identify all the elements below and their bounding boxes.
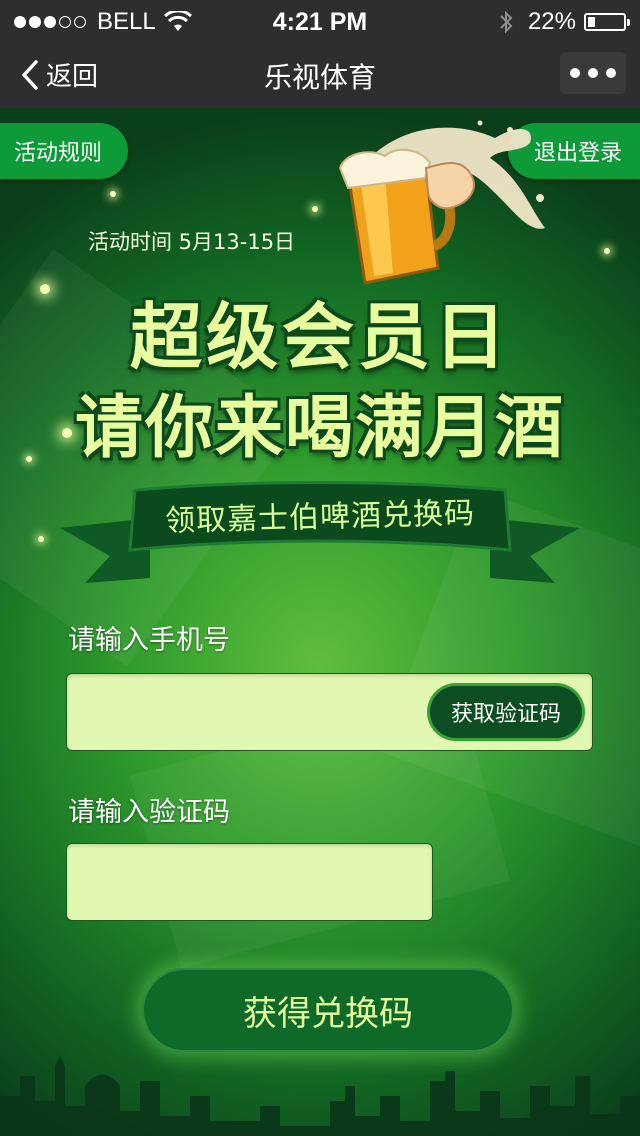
headline-line-2: 请你来喝满月酒 xyxy=(74,389,565,468)
code-input[interactable] xyxy=(81,844,415,922)
phone-field[interactable]: 获取验证码 xyxy=(66,673,593,752)
page-title: 乐视体育 xyxy=(263,61,376,94)
battery-level-fill xyxy=(588,17,595,27)
city-skyline xyxy=(0,1056,640,1136)
headline-line-1: 超级会员日 xyxy=(129,295,510,379)
more-dots-icon[interactable] xyxy=(560,52,626,94)
status-right: 22% xyxy=(498,8,630,36)
promo-stage: 活动规则 退出登录 活动时间 5月13-15日 超级会员日 请你来喝满月酒 领取… xyxy=(0,108,640,1136)
sparkle xyxy=(604,248,610,254)
battery-percent: 22% xyxy=(527,8,576,35)
code-field[interactable] xyxy=(66,843,433,922)
phone-input[interactable] xyxy=(81,674,425,752)
nav-bar: 返回 乐视体育 xyxy=(0,40,640,109)
activity-time: 活动时间 5月13-15日 xyxy=(88,230,296,254)
battery-icon xyxy=(584,13,630,31)
status-bar: BELL 4:21 PM 22% xyxy=(0,0,640,40)
beer-mug-icon xyxy=(338,120,545,285)
phone-label: 请输入手机号 xyxy=(68,625,230,656)
get-code-button[interactable]: 获取验证码 xyxy=(430,686,582,738)
sparkle xyxy=(312,206,318,212)
bluetooth-icon xyxy=(500,10,513,34)
rules-button[interactable]: 活动规则 xyxy=(0,123,128,179)
sparkle xyxy=(110,191,116,197)
code-label: 请输入验证码 xyxy=(68,797,230,828)
